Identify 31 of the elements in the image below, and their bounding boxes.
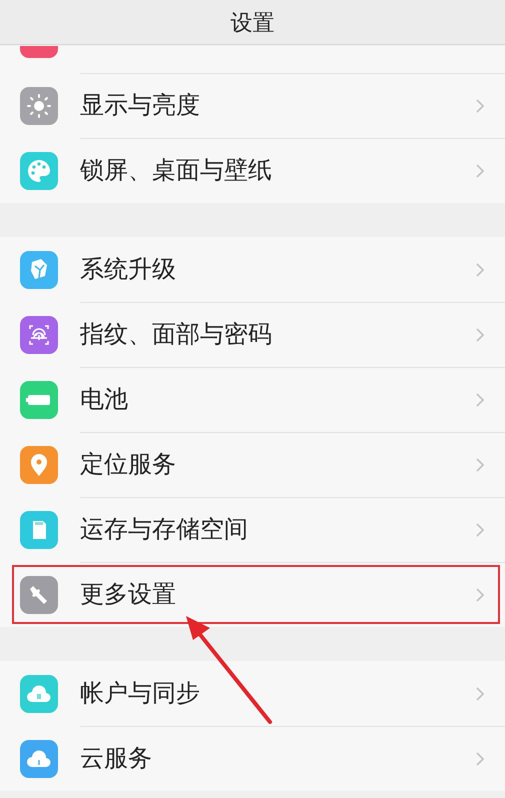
- page-title: 设置: [230, 8, 274, 36]
- settings-row[interactable]: 帐户与同步: [0, 661, 505, 726]
- chevron-icon: [475, 98, 485, 114]
- settings-row[interactable]: 显示与亮度: [0, 73, 505, 138]
- settings-row[interactable]: 运存与存储空间: [0, 497, 505, 562]
- row-label: 云服务: [80, 744, 153, 774]
- row-label: 系统升级: [80, 254, 177, 284]
- row-label: 更多设置: [80, 580, 177, 610]
- row-label: 显示与亮度: [80, 91, 201, 121]
- chevron-icon: [475, 751, 485, 767]
- chevron-icon: [475, 686, 485, 702]
- settings-row[interactable]: 指纹、面部与密码: [0, 302, 505, 367]
- chevron-icon: [475, 163, 485, 179]
- row-label: 运存与存储空间: [80, 515, 249, 545]
- row-label: 帐户与同步: [80, 678, 201, 708]
- chevron-icon: [475, 522, 485, 538]
- settings-row[interactable]: 定位服务: [0, 432, 505, 497]
- settings-row[interactable]: 锁屏、桌面与壁纸: [0, 138, 505, 203]
- row-label: 电池: [80, 385, 129, 415]
- settings-row[interactable]: 系统升级: [0, 237, 505, 302]
- chevron-icon: [475, 262, 485, 278]
- chevron-icon: [475, 327, 485, 343]
- chevron-icon: [475, 392, 485, 408]
- settings-row[interactable]: 云服务: [0, 726, 505, 791]
- chevron-icon: [475, 457, 485, 473]
- chevron-icon: [475, 587, 485, 603]
- settings-row[interactable]: 更多设置: [0, 562, 505, 627]
- row-label: 锁屏、桌面与壁纸: [80, 156, 273, 186]
- row-label: 指纹、面部与密码: [80, 320, 273, 350]
- settings-row[interactable]: 电池: [0, 367, 505, 432]
- row-label: 定位服务: [80, 450, 177, 480]
